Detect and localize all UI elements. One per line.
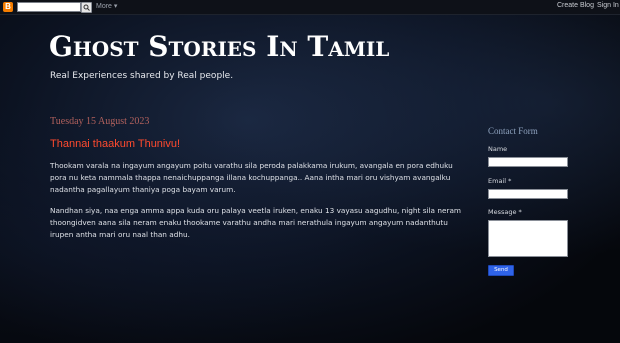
post-paragraph: Thookam varala na ingayum angayum poitu … — [50, 161, 453, 194]
blogger-logo-icon[interactable]: B — [3, 2, 13, 12]
post-body: Thookam varala na ingayum angayum poitu … — [50, 160, 470, 250]
email-label: Email * — [488, 177, 512, 185]
name-label: Name — [488, 145, 508, 153]
navbar-more-menu[interactable]: More ▾ — [96, 2, 117, 10]
sign-in-link[interactable]: Sign In — [597, 2, 619, 9]
blog-title[interactable]: Ghost Stories In Tamil — [49, 30, 389, 63]
search-icon — [83, 4, 90, 11]
message-label: Message * — [488, 208, 522, 216]
email-field[interactable] — [488, 189, 568, 199]
navbar-search-input[interactable] — [17, 2, 81, 12]
blog-description: Real Experiences shared by Real people. — [50, 71, 234, 81]
create-blog-link[interactable]: Create Blog — [557, 2, 594, 9]
contact-form-title: Contact Form — [488, 126, 538, 136]
name-field[interactable] — [488, 157, 568, 167]
blogger-navbar: B More ▾ Create Blog Sign In — [0, 0, 620, 15]
post-date: Tuesday 15 August 2023 — [50, 116, 150, 127]
message-textarea[interactable] — [488, 220, 568, 257]
send-button[interactable]: Send — [488, 265, 514, 276]
post-title[interactable]: Thannai thaakum Thunivu! — [50, 138, 180, 150]
navbar-search-button[interactable] — [81, 2, 92, 13]
post-paragraph: Nandhan siya, naa enga amma appa kuda or… — [50, 206, 462, 239]
